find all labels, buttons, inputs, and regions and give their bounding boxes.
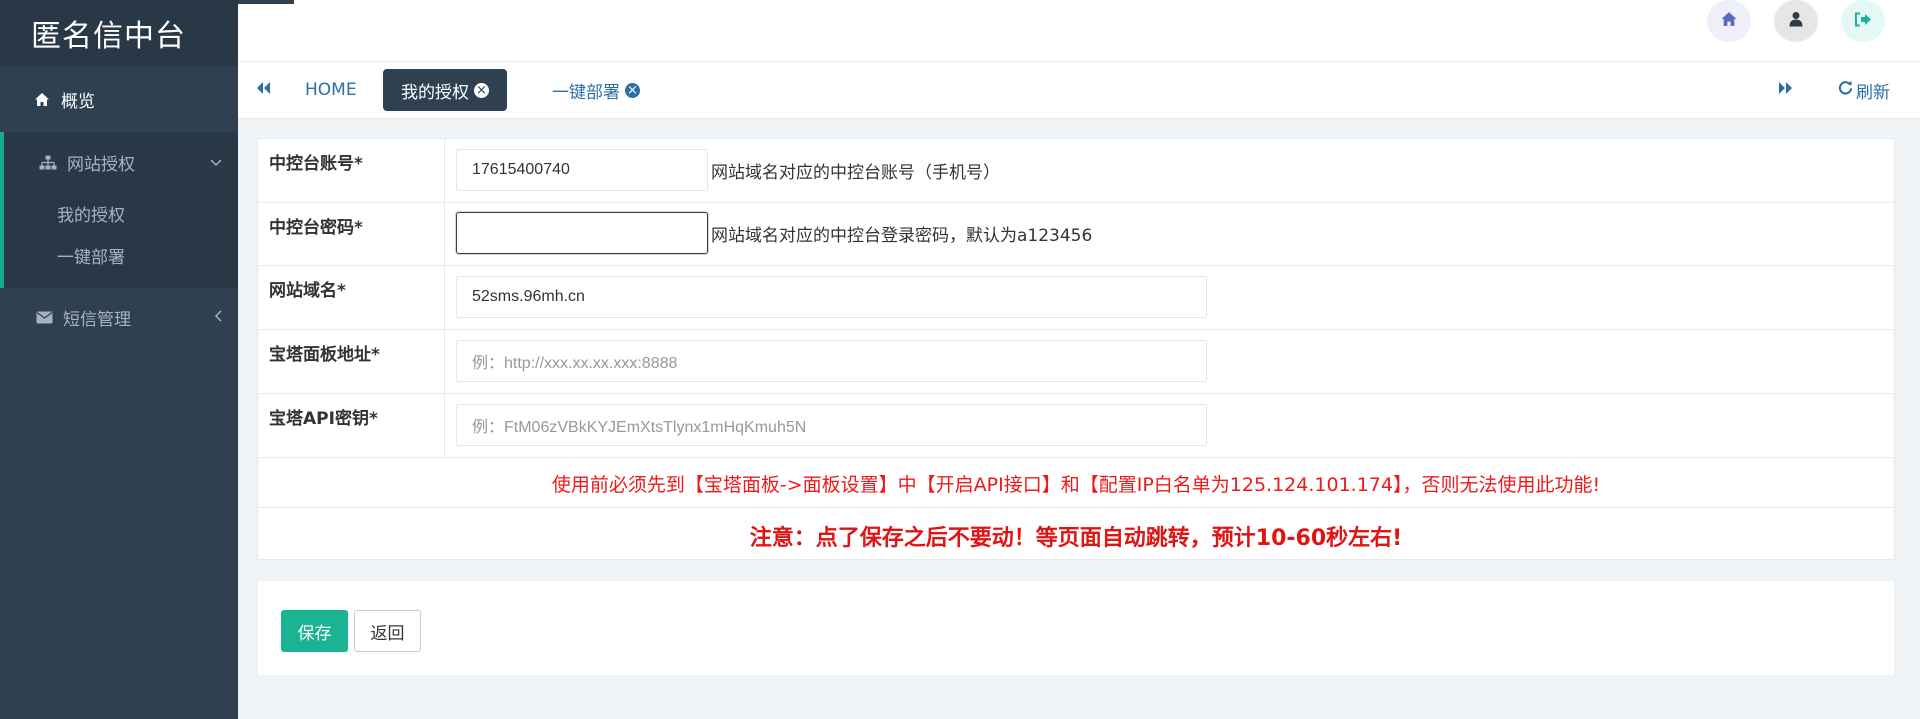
sidebar-item-label: 概览 [61, 91, 95, 112]
envelope-icon [33, 311, 55, 324]
tab-label: HOME [305, 80, 357, 100]
form-row-password: 中控台密码* 网站域名对应的中控台登录密码，默认为a123456 [258, 203, 1894, 266]
sidebar-item-sms[interactable]: 短信管理 [0, 288, 238, 346]
chevron-down-icon [210, 152, 222, 172]
app-title: 匿名信中台 [31, 19, 186, 54]
password-input[interactable] [456, 212, 708, 254]
field-label: 中控台账号* [258, 139, 445, 202]
sign-out-icon [1854, 12, 1872, 31]
sidebar-item-label: 网站授权 [67, 154, 135, 175]
panel-url-input[interactable]: 例：http://xxx.xx.xx.xxx:8888 [456, 340, 1207, 382]
refresh-label: 刷新 [1856, 82, 1890, 103]
back-button[interactable]: 返回 [354, 610, 421, 652]
home-button[interactable] [1707, 0, 1751, 42]
save-button[interactable]: 保存 [281, 610, 348, 652]
form-panel: 中控台账号* 17615400740 网站域名对应的中控台账号（手机号） 中控台… [257, 138, 1895, 560]
sidebar-item-my-auth[interactable]: 我的授权 [4, 192, 238, 234]
form-row-panel-url: 宝塔面板地址* 例：http://xxx.xx.xx.xxx:8888 [258, 330, 1894, 394]
tab-my-auth[interactable]: 我的授权 [383, 69, 507, 111]
sidebar-group-site-auth: 网站授权 我的授权 一键部署 [0, 132, 238, 288]
user-icon [1788, 11, 1804, 31]
scroll-tabs-right-icon[interactable] [1778, 80, 1794, 99]
sitemap-icon [37, 155, 59, 170]
header-accent [238, 0, 294, 4]
sidebar-item-site-auth[interactable]: 网站授权 [4, 132, 238, 192]
field-hint: 网站域名对应的中控台登录密码，默认为a123456 [711, 226, 1093, 246]
api-key-input[interactable]: 例：FtM06zVBkKYJEmXtsTlynx1mHqKmuh5N [456, 404, 1207, 446]
sidebar-item-overview[interactable]: 概览 [0, 66, 238, 132]
sidebar-item-label: 短信管理 [63, 309, 131, 330]
sidebar-item-one-click-deploy[interactable]: 一键部署 [4, 234, 238, 276]
save-warning: 注意：点了保存之后不要动！等页面自动跳转，预计10-60秒左右! [749, 526, 1403, 551]
sidebar-subitems: 我的授权 一键部署 [4, 192, 238, 288]
field-hint: 网站域名对应的中控台账号（手机号） [711, 163, 1000, 183]
tab-home[interactable]: HOME [287, 69, 375, 111]
domain-input[interactable]: 52sms.96mh.cn [456, 276, 1207, 318]
tab-label: 一键部署 [552, 82, 620, 103]
api-notice: 使用前必须先到【宝塔面板->面板设置】中【开启API接口】和【配置IP白名单为1… [551, 474, 1601, 496]
home-icon [1720, 11, 1738, 31]
form-row-domain: 网站域名* 52sms.96mh.cn [258, 266, 1894, 330]
field-label: 宝塔API密钥* [258, 394, 445, 457]
home-icon [31, 92, 53, 107]
refresh-button[interactable]: 刷新 [1838, 69, 1890, 111]
account-input[interactable]: 17615400740 [456, 149, 708, 191]
form-row-account: 中控台账号* 17615400740 网站域名对应的中控台账号（手机号） [258, 139, 1894, 203]
field-label: 网站域名* [258, 266, 445, 329]
form-row-api-key: 宝塔API密钥* 例：FtM06zVBkKYJEmXtsTlynx1mHqKmu… [258, 394, 1894, 458]
scroll-tabs-left-icon[interactable] [255, 80, 271, 99]
tab-one-click-deploy[interactable]: 一键部署 [534, 69, 658, 111]
logout-button[interactable] [1841, 0, 1885, 42]
refresh-icon [1838, 80, 1853, 100]
top-header [238, 0, 1920, 62]
chevron-left-icon [214, 307, 222, 327]
actions-panel: 保存 返回 [257, 580, 1895, 676]
close-icon[interactable] [474, 82, 489, 98]
tab-label: 我的授权 [401, 82, 469, 103]
brand: 匿名信中台 [0, 0, 238, 66]
field-label: 宝塔面板地址* [258, 330, 445, 393]
tab-bar: HOME 我的授权 一键部署 刷新 [238, 62, 1920, 119]
user-button[interactable] [1774, 0, 1818, 42]
notice-row: 使用前必须先到【宝塔面板->面板设置】中【开启API接口】和【配置IP白名单为1… [258, 458, 1894, 508]
sidebar: 匿名信中台 概览 网站授权 我的授权 一键部署 短信管理 [0, 0, 238, 719]
close-icon[interactable] [625, 82, 640, 98]
field-label: 中控台密码* [258, 203, 445, 265]
